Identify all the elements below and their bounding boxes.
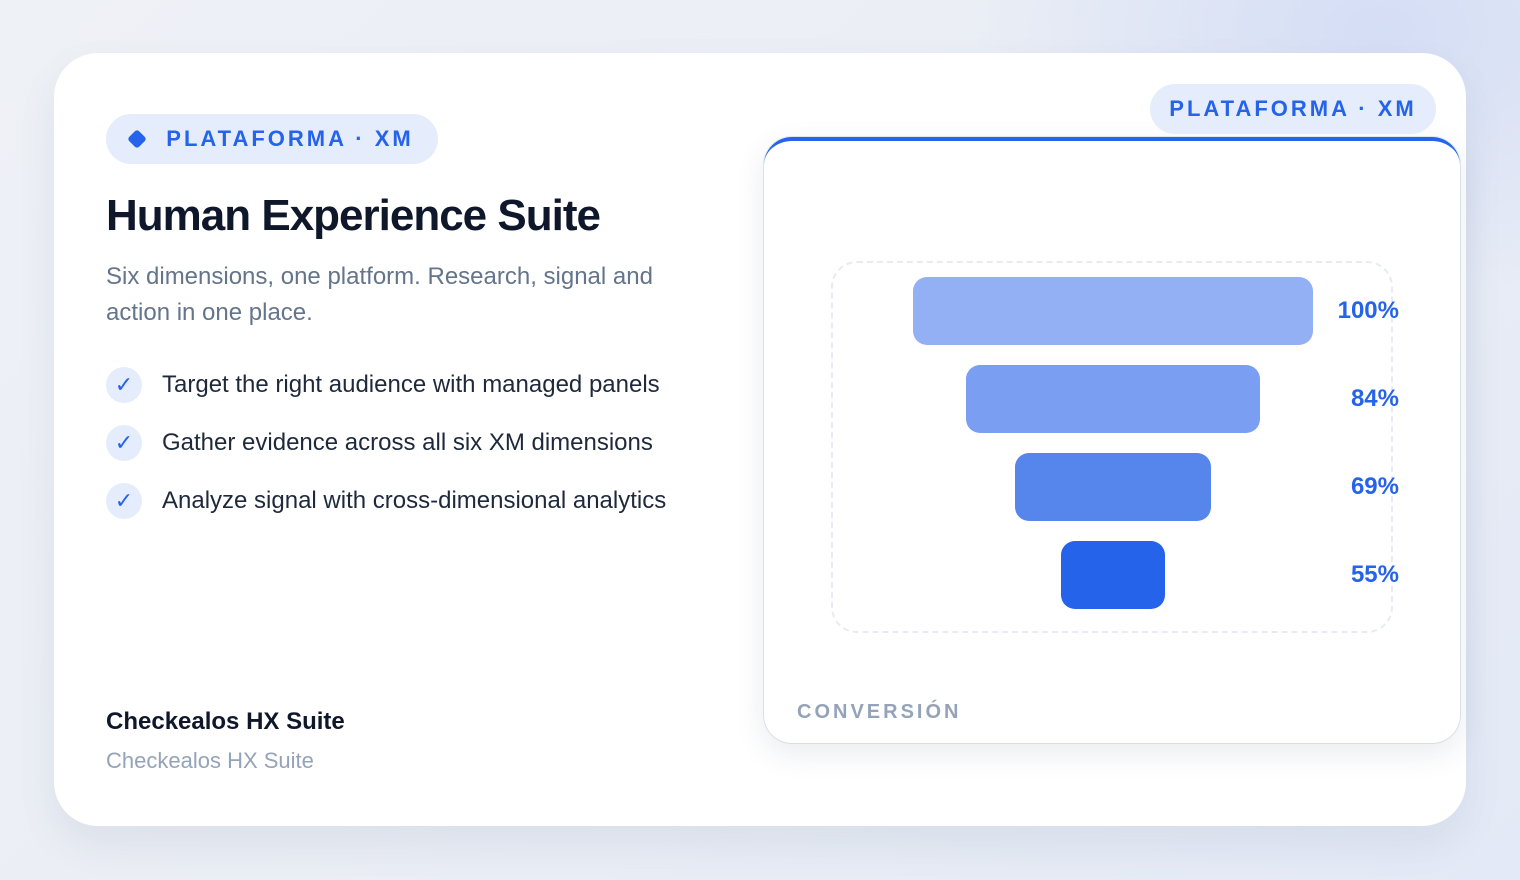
footer-brand-title: Checkealos HX Suite: [106, 708, 345, 735]
feature-item: ✓ Analyze signal with cross-dimensional …: [106, 483, 706, 519]
diamond-icon: [127, 129, 148, 149]
funnel-panel: 100% 84% 69% 55% CONVERSIÓN: [764, 137, 1460, 743]
feature-card: PLATAFORMA · XM Human Experience Suite S…: [54, 53, 1466, 826]
funnel-value-label: 69%: [1350, 473, 1399, 500]
check-icon: ✓: [106, 367, 142, 403]
funnel-value-label: 84%: [1350, 385, 1399, 412]
footer-brand-subtitle: Checkealos HX Suite: [106, 748, 314, 773]
funnel-bar: [965, 365, 1261, 433]
feature-text: Gather evidence across all six XM dimens…: [162, 429, 653, 456]
funnel-bar: [913, 277, 1313, 345]
page-subtitle: Six dimensions, one platform. Research, …: [106, 263, 653, 326]
platform-badge-label: PLATAFORMA · XM: [166, 126, 414, 151]
check-icon: ✓: [106, 483, 142, 519]
funnel-chart: 100% 84% 69% 55%: [831, 261, 1399, 633]
feature-text: Analyze signal with cross-dimensional an…: [162, 487, 667, 514]
feature-text: Target the right audience with managed p…: [162, 371, 660, 398]
funnel-bar: [1061, 541, 1165, 609]
funnel-value-label: 100%: [1337, 297, 1399, 324]
feature-list: ✓ Target the right audience with managed…: [106, 367, 706, 541]
feature-item: ✓ Target the right audience with managed…: [106, 367, 706, 403]
platform-badge: PLATAFORMA · XM: [106, 114, 438, 164]
page-title: Human Experience Suite: [106, 191, 601, 240]
panel-badge-label: PLATAFORMA · XM: [1169, 96, 1417, 121]
feature-item: ✓ Gather evidence across all six XM dime…: [106, 425, 706, 461]
funnel-value-label: 55%: [1350, 561, 1399, 588]
panel-badge: PLATAFORMA · XM: [1150, 84, 1436, 134]
check-icon: ✓: [106, 425, 142, 461]
funnel-bar: [1014, 453, 1212, 521]
panel-caption: CONVERSIÓN: [797, 701, 962, 723]
